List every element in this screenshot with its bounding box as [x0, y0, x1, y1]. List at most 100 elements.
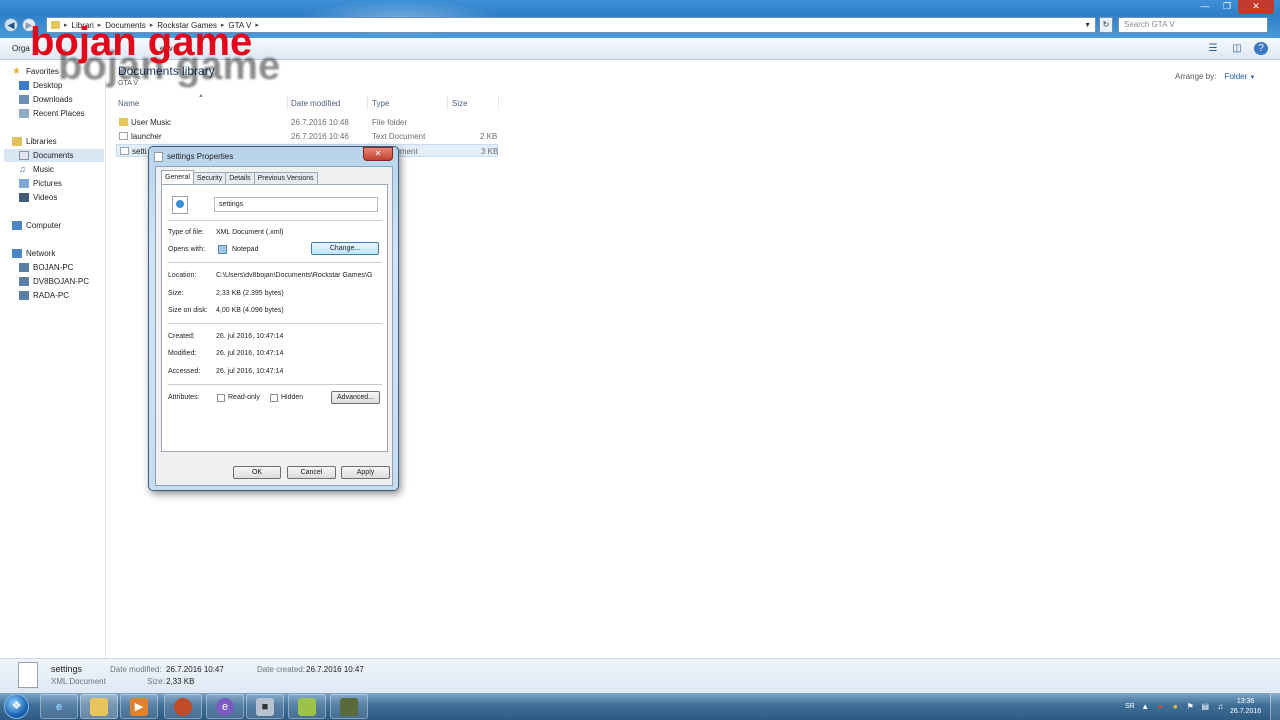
arrange-value[interactable]: Folder: [1225, 72, 1248, 81]
nav-desktop[interactable]: Desktop: [19, 81, 62, 90]
nav-downloads[interactable]: Downloads: [19, 95, 73, 104]
nav-computer[interactable]: Computer: [12, 221, 61, 230]
view-options-icon[interactable]: ☰: [1206, 42, 1220, 55]
update-icon[interactable]: ●: [1171, 702, 1180, 711]
preview-pane-icon[interactable]: ◫: [1230, 42, 1244, 55]
taskbar-app[interactable]: [164, 694, 202, 719]
address-dropdown-icon[interactable]: ▼: [1084, 22, 1091, 29]
ok-button[interactable]: OK: [233, 466, 281, 479]
watermark: bojan game: [30, 20, 253, 64]
modified-label: Modified:: [168, 350, 197, 357]
tab-security[interactable]: Security: [192, 172, 227, 184]
taskbar-media-player[interactable]: ▶: [120, 694, 158, 719]
nav-music[interactable]: ♫ Music: [19, 164, 54, 175]
nav-pc-dv8bojan[interactable]: DV8BOJAN-PC: [19, 277, 89, 286]
help-icon[interactable]: ?: [1254, 42, 1268, 55]
action-center-icon[interactable]: ⚑: [1186, 702, 1195, 711]
taskbar-explorer[interactable]: [80, 694, 118, 719]
nav-pc1-label: BOJAN-PC: [33, 263, 74, 272]
attributes-label: Attributes:: [168, 394, 200, 401]
nav-computer-label: Computer: [26, 221, 62, 230]
minimize-button[interactable]: —: [1194, 0, 1216, 14]
nav-libraries[interactable]: Libraries: [12, 137, 57, 146]
organize-button[interactable]: Orga: [12, 44, 30, 53]
network-icon: [12, 249, 22, 258]
music-icon: ♫: [19, 164, 26, 174]
close-button[interactable]: ✕: [1238, 0, 1274, 14]
dialog-close-button[interactable]: ✕: [363, 147, 393, 161]
nav-videos[interactable]: Videos: [19, 193, 57, 202]
size-value: 2,33 KB (2.395 bytes): [216, 290, 284, 297]
divider: [168, 220, 382, 221]
back-button[interactable]: ◀: [4, 18, 18, 32]
column-divider[interactable]: [447, 96, 448, 110]
accessed-value: 26. jul 2016, 10:47:14: [216, 368, 284, 375]
nav-pictures[interactable]: Pictures: [19, 179, 62, 188]
show-desktop-button[interactable]: [1270, 693, 1280, 720]
antivirus-icon[interactable]: ●: [1156, 702, 1165, 711]
clock[interactable]: 13:36 26.7.2016: [1230, 697, 1261, 717]
taskbar-app[interactable]: ■: [246, 694, 284, 719]
readonly-label: Read-only: [228, 394, 260, 401]
volume-icon[interactable]: ♫: [1216, 702, 1225, 711]
system-tray: SR ▲ ● ● ⚑ ▤ ♫: [1125, 693, 1225, 720]
tab-previous-versions[interactable]: Previous Versions: [253, 172, 318, 184]
show-hidden-icons-icon[interactable]: ▲: [1141, 702, 1150, 711]
file-row[interactable]: User Music 26.7.2016 10:48 File folder: [116, 116, 498, 129]
taskbar-app[interactable]: [330, 694, 368, 719]
nav-network-label: Network: [26, 249, 56, 258]
desktop-icon: [19, 81, 29, 90]
disk-value: 4,00 KB (4.096 bytes): [216, 307, 284, 314]
refresh-button[interactable]: ↻: [1099, 17, 1113, 33]
column-divider[interactable]: [498, 96, 499, 110]
readonly-checkbox[interactable]: [217, 394, 225, 402]
column-name[interactable]: Name: [118, 99, 139, 108]
arrange-by[interactable]: Arrange by: Folder ▼: [1175, 72, 1255, 81]
nav-videos-label: Videos: [33, 193, 58, 202]
file-name: User Music: [131, 118, 172, 127]
nav-pc-rada[interactable]: RADA-PC: [19, 291, 69, 300]
divider: [168, 323, 382, 324]
modified-value: 26. jul 2016, 10:47:14: [216, 350, 284, 357]
change-button[interactable]: Change...: [311, 242, 379, 255]
navigation-pane: ★ Favorites Desktop Downloads Recent Pla…: [0, 60, 106, 658]
disk-label: Size on disk:: [168, 307, 208, 314]
chevron-down-icon[interactable]: ▼: [1250, 75, 1256, 81]
advanced-button[interactable]: Advanced...: [331, 391, 380, 404]
search-input[interactable]: Search GTA V: [1118, 17, 1268, 33]
file-row[interactable]: launcher 26.7.2016 10:46 Text Document 2…: [116, 130, 498, 143]
maximize-button[interactable]: ❐: [1216, 0, 1238, 14]
column-type[interactable]: Type: [372, 99, 389, 108]
tab-details[interactable]: Details: [225, 172, 255, 184]
location-value: C:\Users\dv8bojan\Documents\Rockstar Gam…: [216, 272, 373, 279]
hidden-checkbox[interactable]: [270, 394, 278, 402]
cancel-button[interactable]: Cancel: [287, 466, 336, 479]
column-divider[interactable]: [367, 96, 368, 110]
nav-documents[interactable]: Documents: [4, 149, 104, 162]
taskbar-internet-explorer[interactable]: e: [40, 694, 78, 719]
media-player-icon: ▶: [130, 697, 148, 716]
start-button[interactable]: ❖: [4, 694, 29, 719]
nav-pc-bojan[interactable]: BOJAN-PC: [19, 263, 73, 272]
column-date[interactable]: Date modified: [291, 99, 340, 108]
tab-general[interactable]: General: [161, 170, 194, 184]
language-indicator[interactable]: SR: [1125, 703, 1135, 710]
nav-network[interactable]: Network: [12, 249, 55, 258]
nav-recent-label: Recent Places: [33, 109, 85, 118]
nav-favorites[interactable]: ★ Favorites: [12, 67, 59, 77]
filename-field[interactable]: settings: [214, 197, 378, 212]
column-divider[interactable]: [287, 96, 288, 110]
apply-button[interactable]: Apply: [341, 466, 390, 479]
taskbar-app[interactable]: e: [206, 694, 244, 719]
recent-places-icon: [19, 109, 29, 118]
downloads-icon: [19, 95, 29, 104]
column-size[interactable]: Size: [452, 99, 468, 108]
arrange-label: Arrange by:: [1175, 72, 1217, 81]
details-size-label: Size:: [147, 677, 165, 686]
taskbar-app[interactable]: [288, 694, 326, 719]
clock-time: 13:36: [1236, 698, 1255, 705]
nav-libraries-label: Libraries: [26, 137, 57, 146]
network-icon[interactable]: ▤: [1201, 702, 1210, 711]
nav-recent-places[interactable]: Recent Places: [19, 109, 85, 118]
location-label: Location:: [168, 272, 197, 279]
